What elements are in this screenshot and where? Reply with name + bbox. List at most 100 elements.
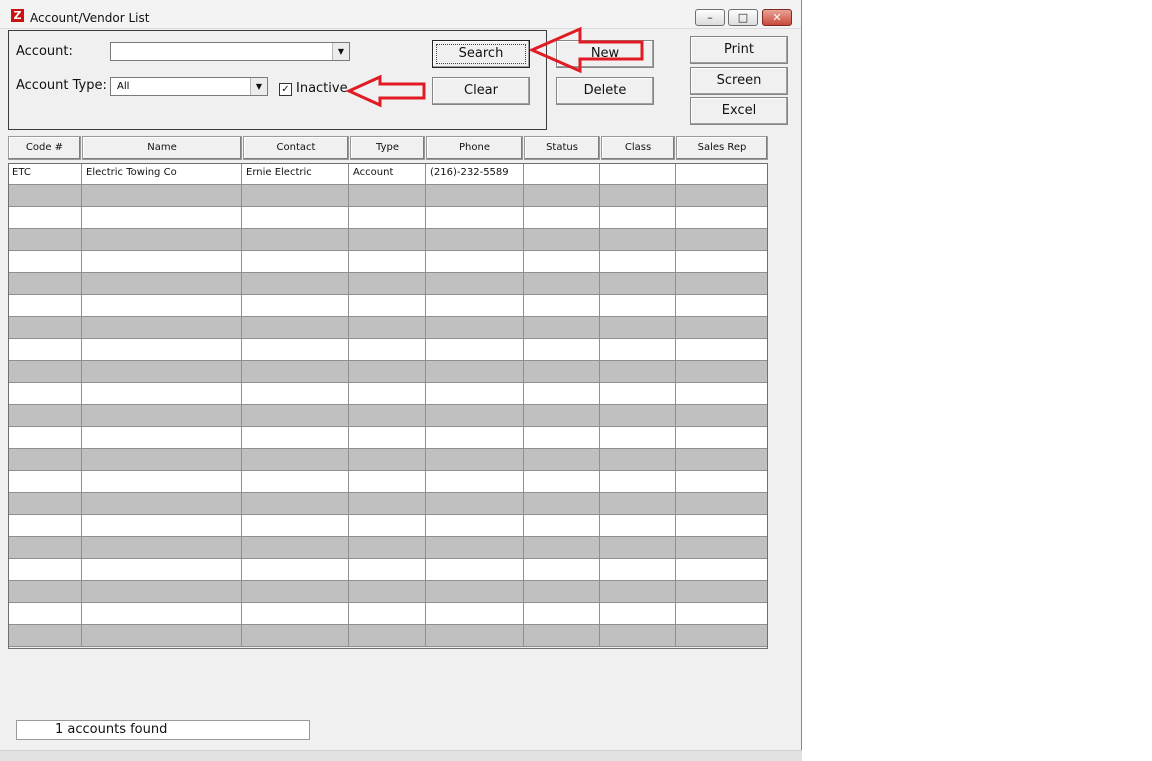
table-cell[interactable] <box>242 185 349 207</box>
table-cell[interactable] <box>8 471 82 493</box>
table-cell[interactable] <box>426 251 524 273</box>
table-cell[interactable] <box>524 339 600 361</box>
table-row[interactable] <box>8 625 768 647</box>
table-cell[interactable] <box>242 493 349 515</box>
table-cell[interactable] <box>349 515 426 537</box>
table-row[interactable] <box>8 515 768 537</box>
table-cell[interactable] <box>242 251 349 273</box>
table-cell[interactable] <box>349 471 426 493</box>
table-cell[interactable] <box>600 603 676 625</box>
table-cell[interactable] <box>426 317 524 339</box>
table-cell[interactable] <box>426 273 524 295</box>
table-cell[interactable] <box>524 493 600 515</box>
table-cell[interactable] <box>426 537 524 559</box>
close-button[interactable]: ✕ <box>762 9 792 26</box>
table-cell[interactable] <box>676 251 768 273</box>
table-cell[interactable] <box>8 185 82 207</box>
table-cell[interactable] <box>676 581 768 603</box>
table-cell[interactable] <box>242 471 349 493</box>
account-combobox[interactable]: ▼ <box>110 42 350 61</box>
table-cell[interactable] <box>242 207 349 229</box>
table-cell[interactable] <box>600 581 676 603</box>
table-cell[interactable] <box>676 207 768 229</box>
table-cell[interactable] <box>676 603 768 625</box>
table-cell[interactable] <box>8 537 82 559</box>
column-header[interactable]: Sales Rep <box>676 136 768 160</box>
table-cell[interactable] <box>349 207 426 229</box>
table-cell[interactable] <box>8 405 82 427</box>
table-cell[interactable]: Electric Towing Co <box>82 163 242 185</box>
table-cell[interactable] <box>524 185 600 207</box>
table-cell[interactable] <box>82 339 242 361</box>
table-cell[interactable] <box>242 625 349 647</box>
table-cell[interactable] <box>426 185 524 207</box>
table-cell[interactable] <box>8 317 82 339</box>
table-cell[interactable] <box>82 185 242 207</box>
table-cell[interactable] <box>82 383 242 405</box>
table-cell[interactable] <box>82 581 242 603</box>
table-row[interactable] <box>8 603 768 625</box>
table-cell[interactable] <box>349 603 426 625</box>
table-cell[interactable] <box>600 273 676 295</box>
table-row[interactable] <box>8 581 768 603</box>
table-cell[interactable] <box>349 251 426 273</box>
table-row[interactable] <box>8 493 768 515</box>
table-cell[interactable] <box>676 383 768 405</box>
table-cell[interactable] <box>676 449 768 471</box>
table-cell[interactable] <box>242 405 349 427</box>
print-button[interactable]: Print <box>690 36 788 64</box>
table-cell[interactable] <box>242 383 349 405</box>
account-type-combobox[interactable]: All ▼ <box>110 77 268 96</box>
table-cell[interactable] <box>524 625 600 647</box>
table-cell[interactable] <box>349 339 426 361</box>
table-cell[interactable] <box>600 471 676 493</box>
table-cell[interactable] <box>8 383 82 405</box>
table-cell[interactable] <box>8 515 82 537</box>
clear-button[interactable]: Clear <box>432 77 530 105</box>
table-cell[interactable] <box>82 603 242 625</box>
table-cell[interactable] <box>600 449 676 471</box>
table-cell[interactable] <box>82 559 242 581</box>
table-cell[interactable] <box>524 581 600 603</box>
table-cell[interactable] <box>426 427 524 449</box>
table-cell[interactable] <box>600 229 676 251</box>
chevron-down-icon[interactable]: ▼ <box>250 78 267 95</box>
table-cell[interactable] <box>600 493 676 515</box>
table-cell[interactable] <box>8 625 82 647</box>
table-cell[interactable] <box>349 383 426 405</box>
table-cell[interactable] <box>600 251 676 273</box>
table-cell[interactable] <box>82 295 242 317</box>
table-cell[interactable] <box>349 185 426 207</box>
table-cell[interactable] <box>524 317 600 339</box>
table-row[interactable] <box>8 427 768 449</box>
table-cell[interactable] <box>524 537 600 559</box>
table-cell[interactable] <box>242 427 349 449</box>
chevron-down-icon[interactable]: ▼ <box>332 43 349 60</box>
table-cell[interactable] <box>426 493 524 515</box>
table-cell[interactable] <box>349 625 426 647</box>
table-cell[interactable] <box>600 625 676 647</box>
table-cell[interactable] <box>349 405 426 427</box>
table-cell[interactable] <box>676 273 768 295</box>
table-cell[interactable] <box>426 207 524 229</box>
table-cell[interactable] <box>524 405 600 427</box>
table-cell[interactable] <box>242 581 349 603</box>
table-row[interactable] <box>8 405 768 427</box>
table-cell[interactable] <box>426 515 524 537</box>
table-cell[interactable] <box>349 361 426 383</box>
table-cell[interactable] <box>242 229 349 251</box>
table-cell[interactable] <box>524 229 600 251</box>
table-cell[interactable] <box>600 405 676 427</box>
delete-button[interactable]: Delete <box>556 77 654 105</box>
table-cell[interactable] <box>82 273 242 295</box>
table-cell[interactable] <box>349 229 426 251</box>
table-cell[interactable] <box>600 163 676 185</box>
table-cell[interactable] <box>426 295 524 317</box>
table-cell[interactable] <box>600 537 676 559</box>
table-cell[interactable] <box>676 625 768 647</box>
table-cell[interactable] <box>8 449 82 471</box>
table-cell[interactable] <box>676 295 768 317</box>
table-cell[interactable] <box>426 361 524 383</box>
table-cell[interactable] <box>426 405 524 427</box>
table-cell[interactable] <box>676 405 768 427</box>
